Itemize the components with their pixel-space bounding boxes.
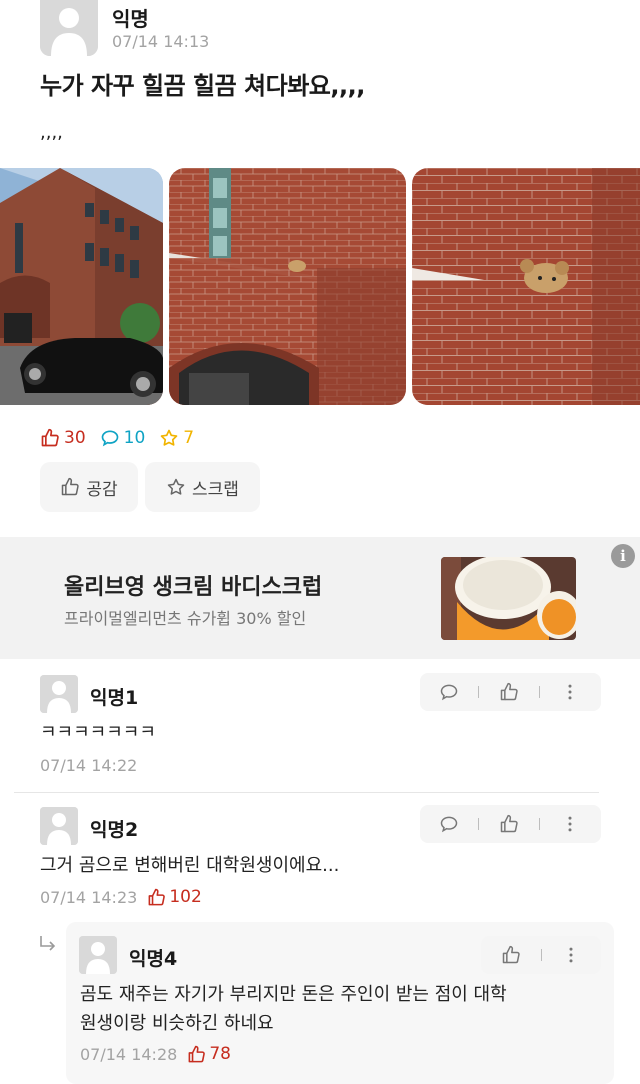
like-count: 78 <box>209 1044 231 1064</box>
post-body: ,,,, <box>40 122 63 143</box>
thumbs-up-icon <box>502 945 520 964</box>
scrap-button-label: 스크랩 <box>192 479 239 500</box>
scrap-count: 7 <box>183 428 195 448</box>
thumbs-up-icon <box>500 814 518 833</box>
ad-product-image <box>441 557 576 640</box>
comment-actions <box>481 936 601 974</box>
thumbs-up-icon <box>62 477 80 496</box>
comment-author: 익명4 <box>129 948 178 970</box>
star-icon <box>167 478 185 495</box>
avatar <box>79 936 117 974</box>
more-vertical-icon <box>568 684 572 700</box>
building-with-car-photo[interactable] <box>0 168 163 405</box>
more-vertical-icon <box>569 947 573 963</box>
reply-button[interactable] <box>420 805 478 843</box>
avatar <box>40 807 78 845</box>
like-count: 30 <box>64 428 86 448</box>
scrap-stat: 7 <box>159 428 194 448</box>
comment-text: ㅋㅋㅋㅋㅋㅋㅋ <box>40 722 156 743</box>
comment-time: 07/14 14:22 <box>40 756 137 775</box>
divider <box>14 792 599 793</box>
post-time: 07/14 14:13 <box>112 32 210 51</box>
comment-author: 익명2 <box>90 819 139 841</box>
comment-timestamp: 07/14 14:23 <box>40 887 138 907</box>
comment-count: 10 <box>123 428 146 448</box>
comment-stat: 10 <box>100 428 146 448</box>
comment-text: 곰도 재주는 자기가 부리지만 돈은 주인이 받는 점이 대학 원생이랑 비슷하… <box>80 980 610 1038</box>
comment-time: 07/14 14:28 78 <box>80 1044 231 1064</box>
brick-wall-with-bear-photo[interactable] <box>169 168 406 405</box>
comment-timestamp: 07/14 14:22 <box>40 756 138 775</box>
star-icon <box>160 429 178 446</box>
comment-text-line: 곰도 재주는 자기가 부리지만 돈은 주인이 받는 점이 대학 <box>80 984 507 1005</box>
like-button-label: 공감 <box>86 479 118 500</box>
post-author: 익명 <box>112 7 149 31</box>
more-button[interactable] <box>540 805 600 843</box>
speech-bubble-icon <box>440 816 458 833</box>
reply-button[interactable] <box>420 673 478 711</box>
speech-bubble-icon <box>440 684 458 701</box>
comment-like-count: 78 <box>187 1044 231 1064</box>
thumbs-up-icon <box>41 428 59 447</box>
info-icon[interactable]: i <box>611 544 635 568</box>
avatar <box>40 0 98 56</box>
like-count: 102 <box>169 887 202 907</box>
more-button[interactable] <box>540 673 600 711</box>
comment-actions <box>420 673 601 711</box>
comment-like-button[interactable] <box>481 936 541 974</box>
thumbs-up-icon <box>188 1045 206 1062</box>
more-vertical-icon <box>568 816 572 832</box>
speech-bubble-icon <box>101 430 118 447</box>
comment-time: 07/14 14:23 102 <box>40 887 202 907</box>
avatar <box>40 675 78 713</box>
comment-like-count: 102 <box>147 887 202 907</box>
post-title: 누가 자꾸 힐끔 힐끔 쳐다봐요,,,, <box>40 72 365 100</box>
ad-banner[interactable]: 올리브영 생크림 바디스크럽 프라이멀엘리먼츠 슈가휩 30% 할인 i <box>0 537 640 659</box>
brick-ledge-bear-closeup-photo[interactable] <box>412 168 640 405</box>
like-button[interactable]: 공감 <box>40 462 138 512</box>
reply-arrow-icon <box>40 936 56 951</box>
comment-actions <box>420 805 601 843</box>
comment-author: 익명1 <box>90 687 139 709</box>
scrap-button[interactable]: 스크랩 <box>145 462 260 512</box>
like-stat: 30 <box>40 428 86 448</box>
ad-title: 올리브영 생크림 바디스크럽 <box>64 575 323 600</box>
more-button[interactable] <box>542 936 600 974</box>
comment-timestamp: 07/14 14:28 <box>80 1044 178 1064</box>
post-stats: 30 10 7 <box>40 428 194 448</box>
comment-like-button[interactable] <box>479 673 539 711</box>
comment-text-line: 원생이랑 비슷하긴 하네요 <box>80 1013 274 1034</box>
comment-text: 그거 곰으로 변해버린 대학원생이에요... <box>40 855 340 876</box>
reply-comment: 익명4 곰도 재주는 자기가 부리지만 돈은 주인이 받는 점이 대학 원생이랑… <box>66 922 614 1084</box>
thumbs-up-icon <box>148 888 166 905</box>
thumbs-up-icon <box>500 682 518 701</box>
ad-subtitle: 프라이멀엘리먼츠 슈가휩 30% 할인 <box>64 609 307 628</box>
comment-like-button[interactable] <box>479 805 539 843</box>
